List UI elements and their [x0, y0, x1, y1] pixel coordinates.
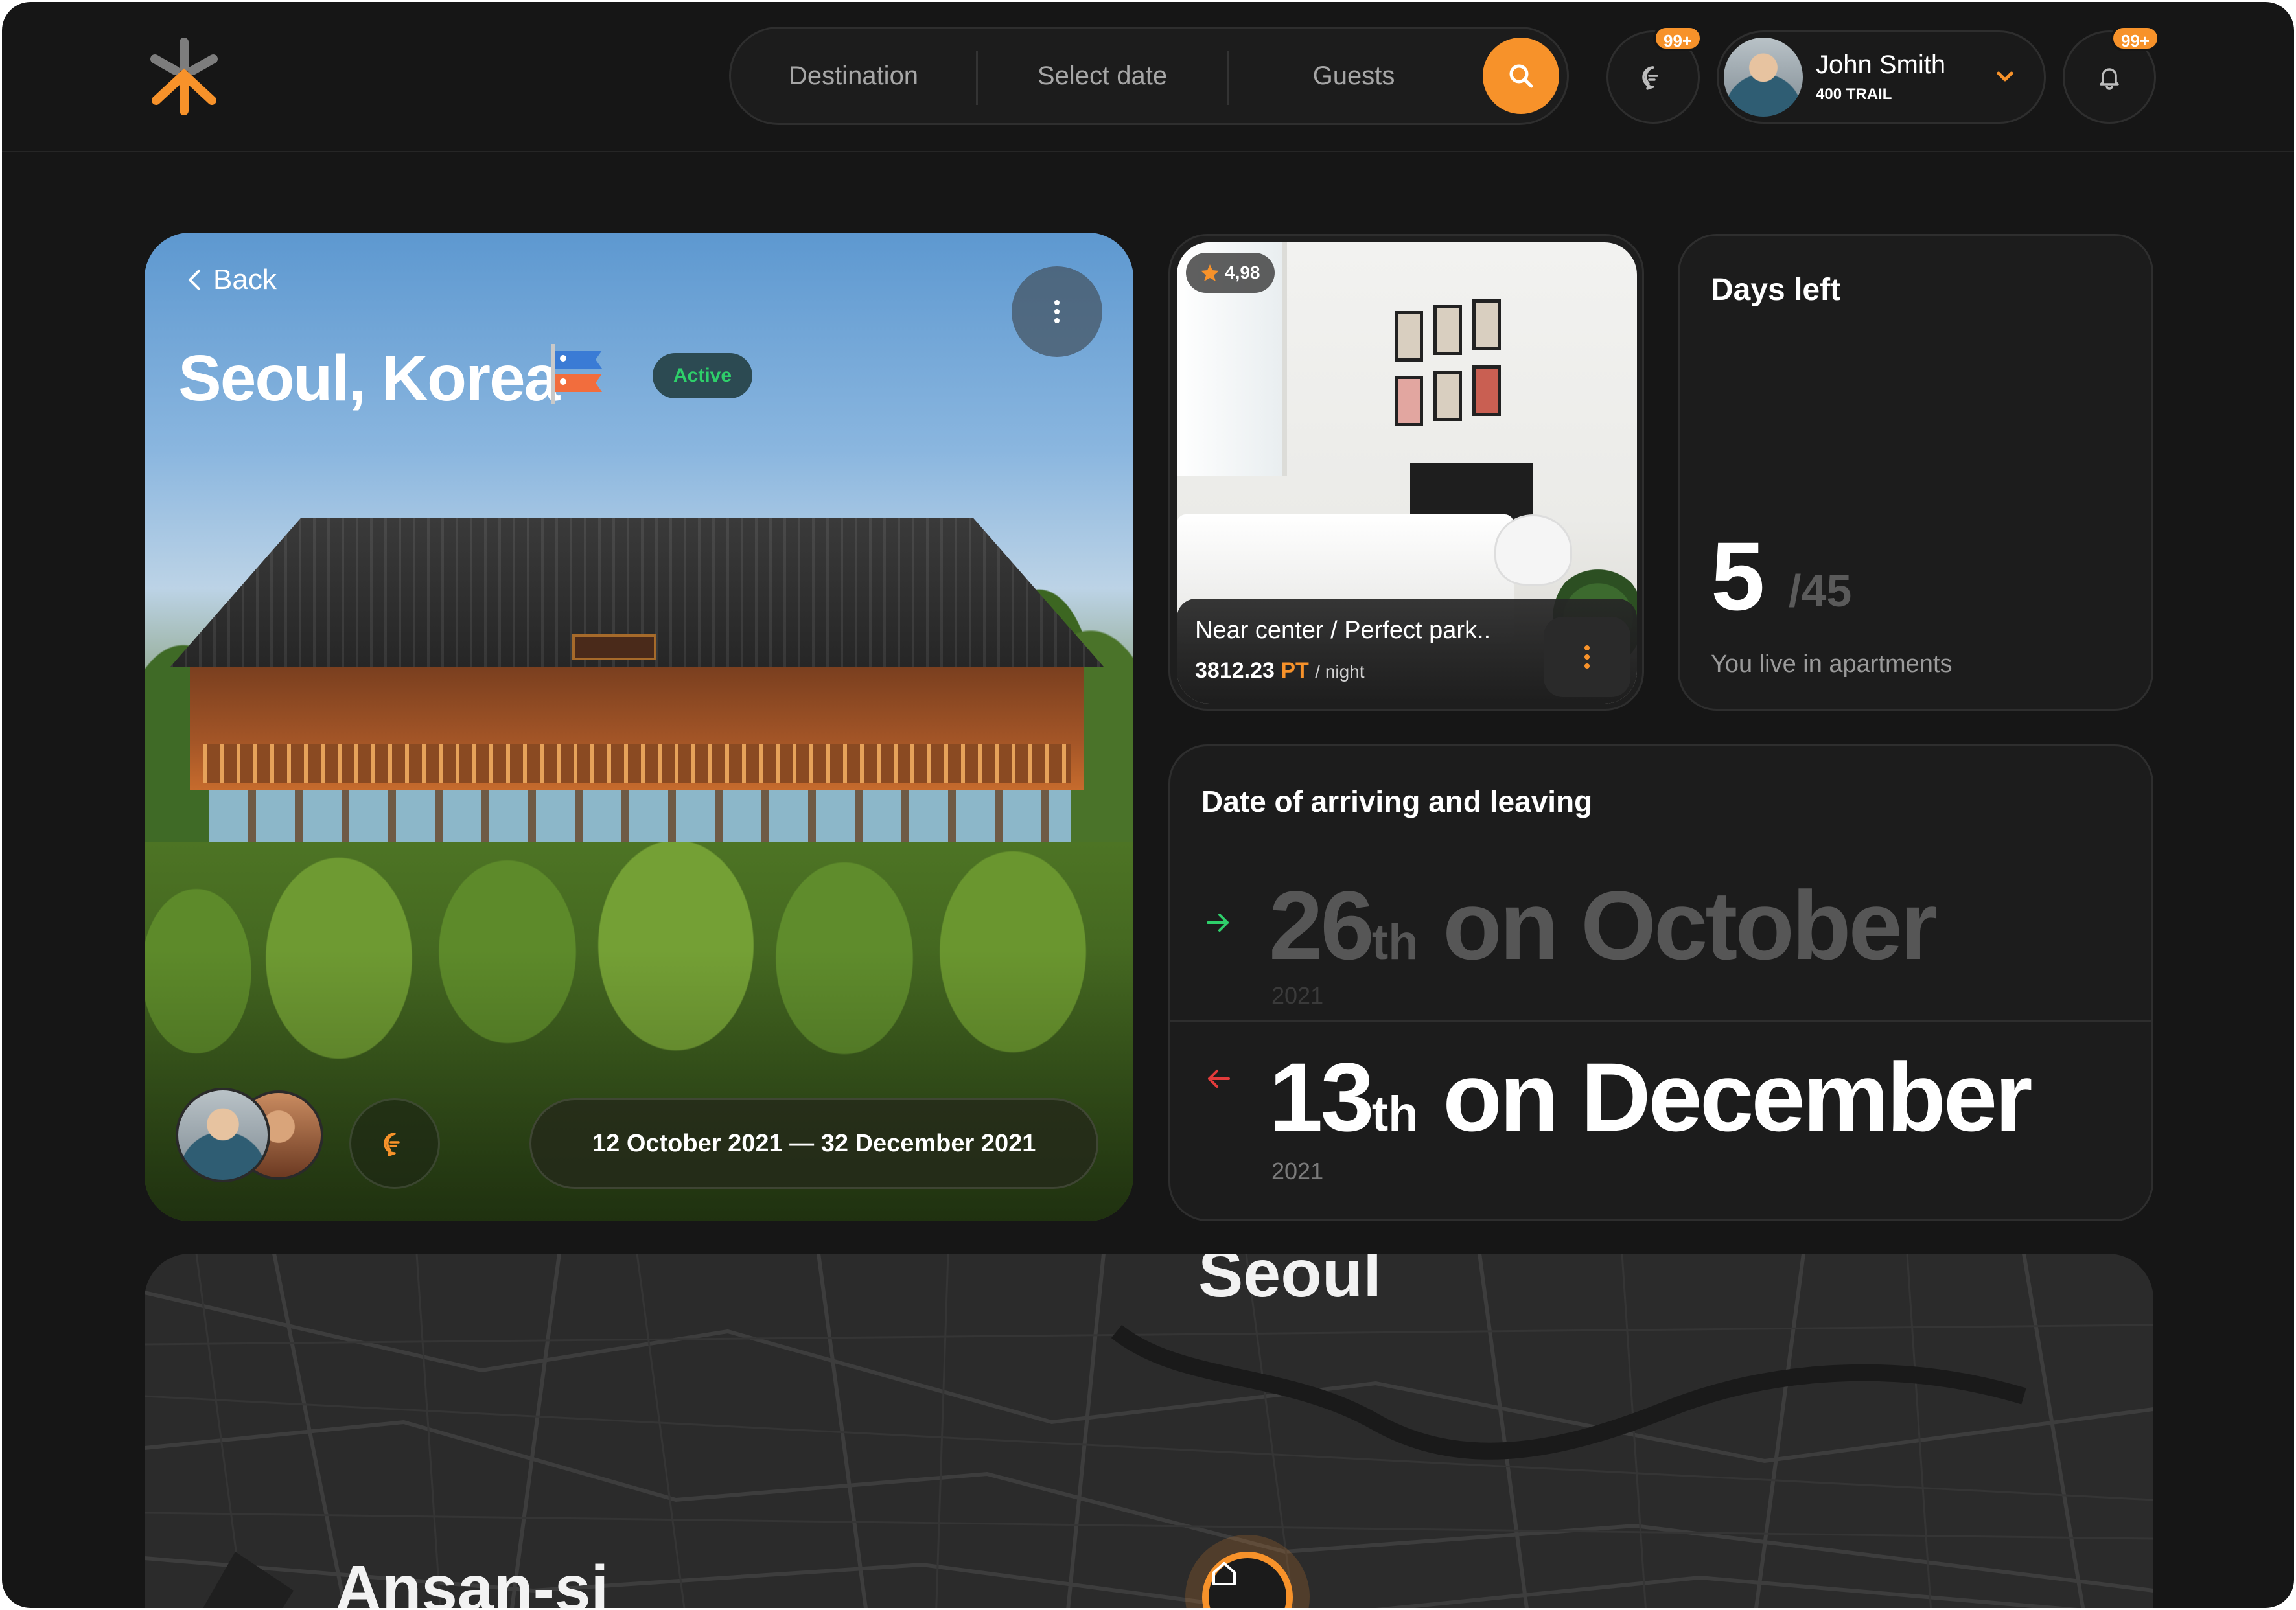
price-currency: PT [1281, 658, 1309, 683]
arrival-ordinal: th [1371, 915, 1419, 970]
pavilion-windows [209, 790, 1071, 848]
date-field[interactable]: Select date [977, 29, 1227, 123]
user-name: John Smith [1816, 51, 1946, 79]
top-bar: Destination Select date Guests 99+ John [2, 2, 2294, 152]
days-left-value: 5 [1711, 522, 1765, 630]
search-icon [1509, 64, 1533, 88]
pavilion-railing [203, 744, 1071, 783]
departure-day: 13 [1269, 1042, 1374, 1151]
apartment-title: Near center / Perfect park.. [1195, 617, 1491, 644]
arrival-year: 2021 [1271, 982, 1324, 1009]
departure-month: on December [1418, 1042, 2032, 1151]
arrival-day: 26 [1269, 871, 1374, 980]
chevron-left-icon [189, 270, 200, 290]
wall-picture [1472, 299, 1501, 350]
days-left-card: Days left 5 /45 You live in apartments [1678, 234, 2153, 711]
status-badge: Active [653, 353, 753, 398]
wall-picture [1395, 311, 1423, 362]
wall-picture [1433, 305, 1462, 355]
trip-date-range[interactable]: 12 October 2021 — 32 December 2021 [529, 1098, 1099, 1189]
apartment-price: 3812.23 PT / night [1195, 658, 1365, 684]
departure-date: 13th on December [1269, 1041, 2033, 1153]
back-button[interactable]: Back [185, 264, 277, 296]
price-period: / night [1315, 661, 1365, 682]
arrival-row[interactable]: 26th on October 2021 [1170, 844, 2151, 1026]
app-frame: Destination Select date Guests 99+ John [2, 2, 2294, 1608]
arrow-right-icon [1207, 914, 1229, 932]
avatar [1724, 38, 1803, 117]
more-vertical-icon [1584, 645, 1590, 669]
departure-year: 2021 [1271, 1158, 1324, 1184]
wall-picture [1433, 371, 1462, 421]
guests-field[interactable]: Guests [1229, 29, 1479, 123]
chat-icon [384, 1133, 400, 1156]
days-left-caption: You live in apartments [1711, 650, 1953, 678]
traveler-avatars[interactable] [176, 1088, 331, 1185]
star-icon [1201, 264, 1219, 281]
arrow-left-icon [1208, 1070, 1230, 1088]
logo-icon[interactable] [143, 36, 225, 117]
messages-badge: 99+ [1653, 25, 1703, 51]
destination-field[interactable]: Destination [731, 29, 976, 123]
home-icon [1212, 1562, 1236, 1585]
more-vertical-icon [1054, 300, 1060, 323]
stay-dates-card: Date of arriving and leaving 26th on Oct… [1168, 744, 2153, 1221]
bell-icon [2100, 68, 2119, 90]
trip-chat-button[interactable] [349, 1098, 440, 1189]
wall-picture [1472, 365, 1501, 416]
arrival-date: 26th on October [1269, 869, 1938, 982]
user-tier: 400 TRAIL [1816, 86, 1892, 103]
user-menu[interactable]: John Smith 400 TRAIL [1717, 30, 2046, 124]
map-label-ansan: Ansan-si [335, 1552, 609, 1608]
chevron-down-icon [1997, 71, 2013, 82]
days-left-total: /45 [1789, 566, 1852, 616]
back-label: Back [213, 264, 277, 295]
map-label-seoul: Seoul [1198, 1254, 1382, 1311]
wall-picture [1395, 376, 1423, 426]
chair [1494, 514, 1572, 586]
search-button[interactable] [1483, 38, 1559, 114]
apartment-info: Near center / Perfect park.. 3812.23 PT … [1177, 599, 1637, 704]
chat-icon [1642, 66, 1658, 90]
arrival-month: on October [1418, 871, 1938, 980]
apartment-menu-button[interactable] [1544, 617, 1630, 697]
rating-value: 4,98 [1225, 262, 1260, 282]
carp-streamer-icon [551, 344, 602, 404]
apartment-card[interactable]: 4,98 Near center / Perfect park.. 3812.2… [1168, 234, 1644, 711]
trip-card: Back Seoul, Korea Active 12 October 2021… [145, 233, 1133, 1221]
departure-row[interactable]: 13th on December 2021 [1170, 1020, 2151, 1202]
trip-title: Seoul, Korea [178, 342, 560, 415]
avatar [176, 1088, 270, 1182]
notifications-badge: 99+ [2111, 25, 2161, 51]
days-left-heading: Days left [1711, 273, 1841, 307]
search-bar: Destination Select date Guests [729, 27, 1569, 125]
departure-ordinal: th [1371, 1087, 1419, 1142]
pavilion-sign [572, 634, 656, 660]
city-map[interactable]: Seoul Ansan-si [145, 1254, 2153, 1608]
stay-dates-heading: Date of arriving and leaving [1201, 785, 1593, 818]
price-value: 3812.23 [1195, 658, 1275, 683]
trip-menu-button[interactable] [1012, 266, 1102, 357]
rating-badge: 4,98 [1186, 253, 1275, 293]
